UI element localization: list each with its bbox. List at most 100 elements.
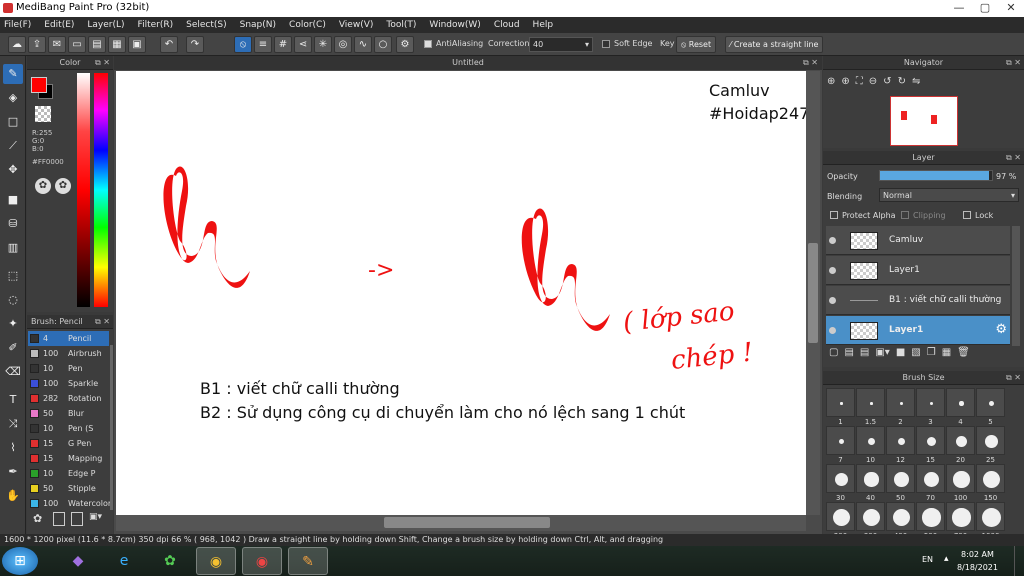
select-eraser-tool-icon[interactable]: ⌫ [3, 362, 23, 382]
operation-tool-icon[interactable]: ⤨ [3, 414, 23, 434]
visibility-icon[interactable] [829, 267, 836, 274]
fill-rect-tool-icon[interactable]: ■ [3, 190, 23, 210]
visibility-icon[interactable] [829, 327, 836, 334]
gradient-tool-icon[interactable]: ▥ [3, 238, 23, 258]
reset-button[interactable]: ⦸ Reset [676, 36, 717, 53]
rotate-right-icon[interactable]: ↻ [898, 76, 906, 87]
palette-icon[interactable]: ✿ [35, 178, 51, 194]
brush-size-cell[interactable] [856, 502, 885, 531]
brush-size-cell[interactable] [886, 464, 915, 493]
fit-icon[interactable]: ⛶ [856, 76, 863, 87]
language-indicator[interactable]: EN [922, 555, 933, 564]
brush-size-cell[interactable] [976, 426, 1005, 455]
layers-icon[interactable]: ▦ [108, 36, 126, 53]
move-tool-icon[interactable]: ✥ [3, 160, 23, 180]
brush-size-cell[interactable] [916, 388, 945, 417]
brush-item[interactable]: 100 Airbrush [28, 346, 109, 361]
paint-icon[interactable]: ✎ [288, 547, 328, 575]
hue-slider[interactable] [94, 73, 108, 307]
brush-item[interactable]: 10 Edge P [28, 466, 109, 481]
brush-item[interactable]: 50 Blur [28, 406, 109, 421]
menu-layer[interactable]: Layer(L) [87, 20, 124, 30]
brush-item[interactable]: 10 Pen (S [28, 421, 109, 436]
merge-icon[interactable]: ▧ [911, 347, 920, 358]
color-settings-icon[interactable]: ✿ [55, 178, 71, 194]
zoom-in-alt-icon[interactable]: ⊕ [841, 76, 849, 87]
brush-menu-icon[interactable]: ▣▾ [89, 512, 107, 526]
canvas-horizontal-scrollbar[interactable] [116, 515, 806, 531]
gear-icon[interactable]: ⚙ [995, 322, 1007, 337]
bucket-tool-icon[interactable]: ⛁ [3, 214, 23, 234]
select-pen-tool-icon[interactable]: ✐ [3, 338, 23, 358]
layer-menu-icon[interactable]: ▣▾ [875, 347, 889, 358]
brush-size-cell[interactable] [946, 502, 975, 531]
menu-file[interactable]: File(F) [4, 20, 31, 30]
brush-size-cell[interactable] [916, 464, 945, 493]
visibility-icon[interactable] [829, 237, 836, 244]
brush-item[interactable]: 50 Stipple [28, 481, 109, 496]
brush-item[interactable]: 100 Sparkle [28, 376, 109, 391]
antialiasing-checkbox[interactable] [424, 40, 432, 48]
settings-icon[interactable]: ⚙ [396, 36, 414, 53]
start-button[interactable]: ⊞ [2, 547, 38, 575]
line-tool-icon[interactable]: ⟋ [3, 136, 23, 156]
eyedropper-tool-icon[interactable]: ⌇ [3, 438, 23, 458]
brush-size-cell[interactable] [856, 388, 885, 417]
straight-line-button[interactable]: ⁄ Create a straight line [725, 36, 824, 53]
close-button[interactable]: ✕ [998, 0, 1024, 17]
export-icon[interactable]: ▣ [128, 36, 146, 53]
brush-item[interactable]: 10 Pen [28, 361, 109, 376]
brush-size-cell[interactable] [886, 426, 915, 455]
canvas-tab[interactable]: Untitled ⧉ ✕ [114, 56, 822, 70]
brush-size-cell[interactable] [886, 388, 915, 417]
radial-snap-icon[interactable]: ✳ [314, 36, 332, 53]
canvas-vertical-scrollbar[interactable] [806, 71, 820, 515]
brush-size-cell[interactable] [916, 426, 945, 455]
brush-list-scrollbar[interactable] [110, 345, 113, 510]
panel-close-icon[interactable]: ⧉ ✕ [1006, 56, 1021, 70]
brush-size-cell[interactable] [946, 464, 975, 493]
brush-size-cell[interactable] [856, 426, 885, 455]
brush-copy-icon[interactable] [71, 512, 83, 526]
perspective-snap-icon[interactable]: ⋖ [294, 36, 312, 53]
pen-tool-icon[interactable]: ✒ [3, 462, 23, 482]
transparent-color-swatch[interactable] [35, 106, 51, 122]
upload-icon[interactable]: ⇪ [28, 36, 46, 53]
chat-icon[interactable]: ✉ [48, 36, 66, 53]
navigator-thumbnail[interactable] [890, 96, 958, 146]
brush-add-icon[interactable]: ✿ [33, 512, 47, 526]
text-tool-icon[interactable]: T [3, 390, 23, 410]
brush-item[interactable]: 15 Mapping [28, 451, 109, 466]
brush-item[interactable]: 282 Rotation [28, 391, 109, 406]
menu-window[interactable]: Window(W) [429, 20, 480, 30]
vertical-scroll-thumb[interactable] [808, 243, 818, 343]
layer-scrollbar[interactable] [1012, 226, 1020, 346]
brush-size-cell[interactable] [826, 426, 855, 455]
undo-icon[interactable]: ↶ [160, 36, 178, 53]
panel-close-icon[interactable]: ⧉ ✕ [1006, 371, 1021, 385]
brush-item[interactable]: 15 G Pen [28, 436, 109, 451]
clock[interactable]: 8:02 AM 8/18/2021 [957, 548, 998, 574]
new-file-icon[interactable]: ▭ [68, 36, 86, 53]
grid-snap-icon[interactable]: # [274, 36, 292, 53]
magic-wand-tool-icon[interactable]: ✦ [3, 314, 23, 334]
menu-edit[interactable]: Edit(E) [44, 20, 74, 30]
horizontal-scroll-thumb[interactable] [384, 517, 550, 528]
save-icon[interactable]: ▤ [88, 36, 106, 53]
menu-color[interactable]: Color(C) [289, 20, 326, 30]
lock-checkbox[interactable] [963, 211, 971, 219]
visibility-icon[interactable] [829, 297, 836, 304]
rectangle-tool-icon[interactable]: □ [3, 112, 23, 132]
select-tool-icon[interactable]: ⬚ [3, 266, 23, 286]
layer-row[interactable]: Camluv [826, 226, 1010, 255]
show-desktop-button[interactable] [1014, 546, 1024, 576]
rotate-left-icon[interactable]: ↺ [883, 76, 891, 87]
brush-size-cell[interactable] [946, 388, 975, 417]
panel-close-icon[interactable]: ⧉ ✕ [95, 56, 110, 70]
layer-row[interactable]: B1 : viết chữ calli thường [826, 286, 1010, 315]
menu-tool[interactable]: Tool(T) [386, 20, 416, 30]
chrome-icon[interactable]: ◉ [196, 547, 236, 575]
brush-size-cell[interactable] [886, 502, 915, 531]
opacity-slider[interactable] [879, 170, 993, 181]
snap-off-icon[interactable]: ⦸ [234, 36, 252, 53]
